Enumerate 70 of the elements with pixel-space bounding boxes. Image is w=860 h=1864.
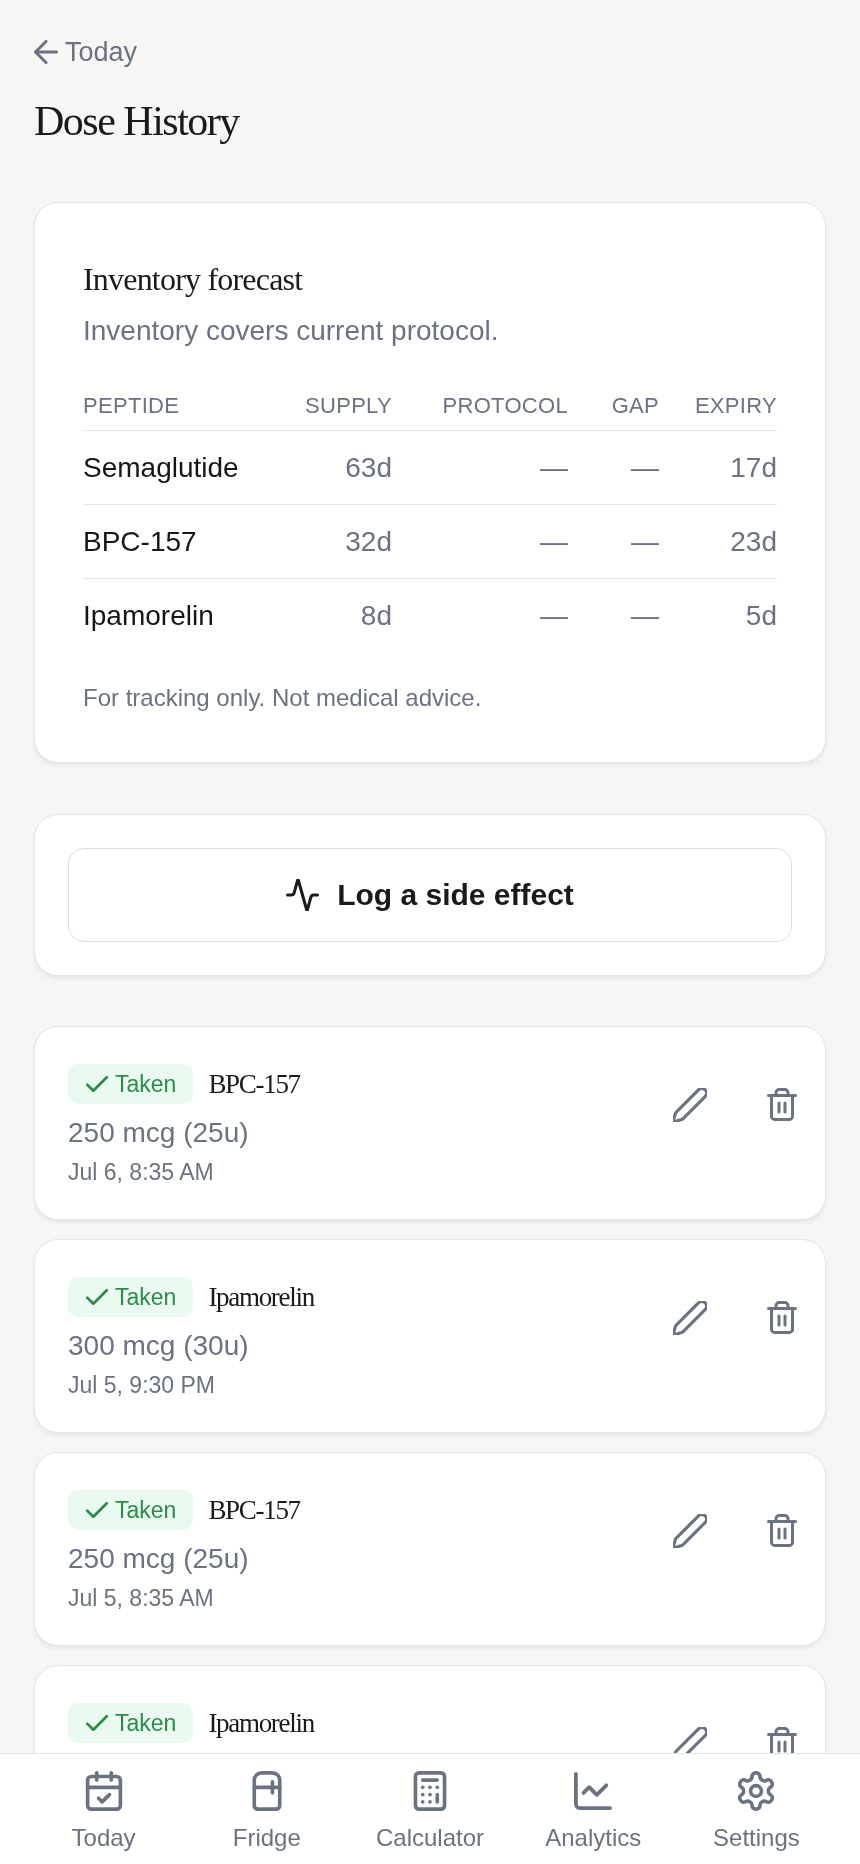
card-title: Inventory forecast bbox=[83, 260, 304, 299]
pulse-icon bbox=[286, 879, 320, 911]
table-cell-text: Ipamorelin bbox=[83, 598, 215, 633]
dose-time: Jul 5, 9:30 PM bbox=[68, 1371, 217, 1400]
table-cell-text: — bbox=[630, 450, 659, 485]
table-cell-text: 32d bbox=[344, 524, 392, 559]
peptide-name: Ipamorelin bbox=[208, 1281, 314, 1314]
nav-tab[interactable]: Calculator bbox=[375, 1771, 484, 1853]
log-side-effect-button[interactable]: Log a side effect bbox=[68, 848, 792, 942]
table-cell-text: — bbox=[539, 450, 568, 485]
pencil-icon bbox=[673, 1514, 707, 1548]
delete-button[interactable] bbox=[767, 1301, 797, 1335]
settings-icon bbox=[737, 1771, 776, 1811]
disclaimer-note: For tracking only. Not medical advice. bbox=[83, 683, 483, 713]
trash-icon bbox=[767, 1514, 797, 1547]
check-icon bbox=[86, 1715, 108, 1731]
trash-icon bbox=[767, 1727, 797, 1753]
peptide-name: Ipamorelin bbox=[208, 1707, 314, 1740]
nav-tab[interactable]: Settings bbox=[713, 1771, 800, 1853]
pencil-icon bbox=[673, 1088, 707, 1122]
pencil-icon bbox=[673, 1301, 707, 1335]
table-cell-text: — bbox=[630, 524, 659, 559]
column-header: EXPIRY bbox=[693, 392, 777, 420]
forecast-summary: Inventory covers current protocol. bbox=[83, 314, 500, 348]
table-cell-text: — bbox=[630, 598, 659, 633]
column-header: GAP bbox=[610, 392, 659, 420]
pencil-icon bbox=[673, 1727, 707, 1753]
trash-icon bbox=[767, 1088, 797, 1121]
check-icon bbox=[86, 1076, 108, 1092]
delete-button[interactable] bbox=[767, 1088, 797, 1122]
column-header: PEPTIDE bbox=[83, 392, 181, 420]
dose-amount: 250 mcg (25u) bbox=[68, 1542, 250, 1576]
line-chart-icon bbox=[574, 1771, 613, 1811]
status-badge: Taken bbox=[68, 1703, 194, 1743]
dose-amount: 300 mcg (30u) bbox=[68, 1329, 250, 1363]
status-badge: Taken bbox=[68, 1277, 194, 1317]
edit-button[interactable] bbox=[673, 1301, 707, 1335]
peptide-name: BPC-157 bbox=[208, 1494, 300, 1527]
check-icon bbox=[86, 1502, 108, 1518]
column-header: PROTOCOL bbox=[441, 392, 568, 420]
status-badge: Taken bbox=[68, 1490, 194, 1530]
nav-tab[interactable]: Fridge bbox=[232, 1771, 301, 1853]
table-cell-text: — bbox=[539, 524, 568, 559]
table-cell-text: 17d bbox=[729, 450, 777, 485]
back-link[interactable]: Today bbox=[34, 36, 138, 68]
column-header: SUPPLY bbox=[304, 392, 392, 420]
delete-button[interactable] bbox=[767, 1727, 797, 1753]
table-cell-text: — bbox=[539, 598, 568, 633]
table-cell-text: 8d bbox=[359, 598, 392, 633]
edit-button[interactable] bbox=[673, 1727, 707, 1753]
dose-time: Jul 5, 8:35 AM bbox=[68, 1584, 215, 1613]
table-cell-text: 63d bbox=[344, 450, 392, 485]
check-icon bbox=[86, 1289, 108, 1305]
table-cell-text: 5d bbox=[744, 598, 777, 633]
dose-time: Jul 6, 8:35 AM bbox=[68, 1158, 215, 1187]
edit-button[interactable] bbox=[673, 1514, 707, 1548]
peptide-name: BPC-157 bbox=[208, 1068, 300, 1101]
calendar-check-icon bbox=[84, 1771, 123, 1811]
page-title: Dose History bbox=[34, 97, 241, 146]
calculator-icon bbox=[411, 1771, 449, 1811]
delete-button[interactable] bbox=[767, 1514, 797, 1548]
table-cell-text: Semaglutide bbox=[83, 450, 240, 485]
edit-button[interactable] bbox=[673, 1088, 707, 1122]
nav-tab[interactable]: Today bbox=[71, 1771, 136, 1853]
table-cell-text: 23d bbox=[729, 524, 777, 559]
trash-icon bbox=[767, 1301, 797, 1334]
nav-tab[interactable]: Analytics bbox=[545, 1771, 642, 1853]
table-cell-text: BPC-157 bbox=[83, 524, 198, 559]
dose-amount: 250 mcg (25u) bbox=[68, 1116, 250, 1150]
status-badge: Taken bbox=[68, 1064, 194, 1104]
